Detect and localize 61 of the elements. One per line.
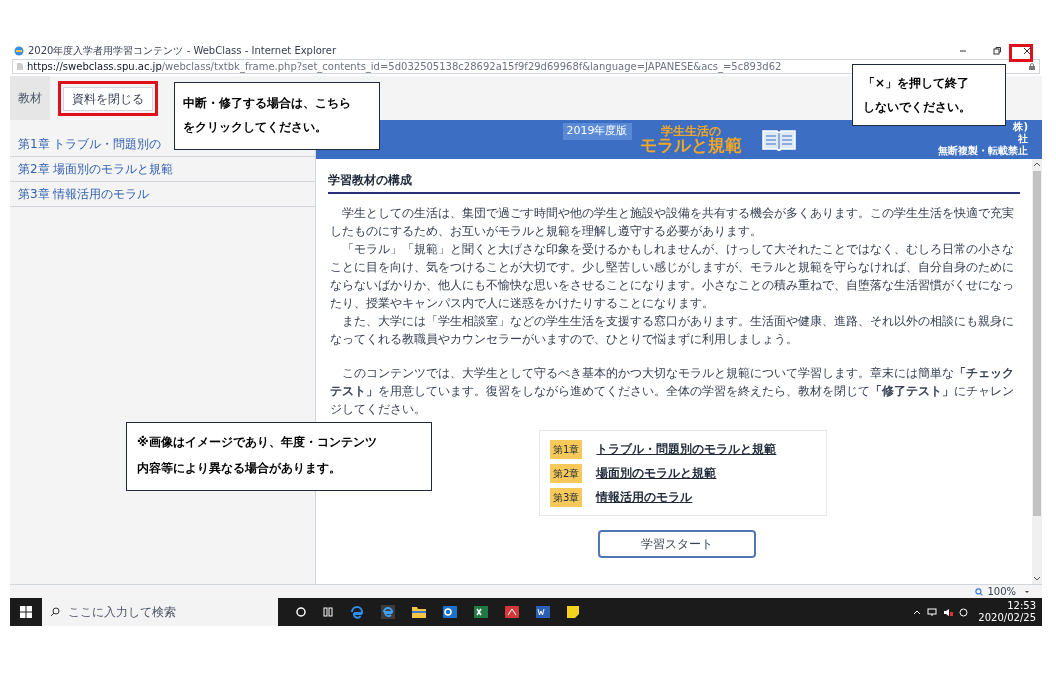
- mail-app-icon[interactable]: [443, 606, 457, 618]
- open-book-icon: [761, 128, 796, 151]
- note-tooltip: 「×」を押して終了 しないでください。: [852, 64, 1006, 126]
- body-paragraph: このコンテンツでは、大学生として守るべき基本的かつ大切なモラルと規範について学習します。章末には簡単な「チェックテスト」を用意しています。復習をしながら進めてください。全体の学習を終えたら、教材を閉じて「修了テスト」にチャレンジしてください。: [330, 365, 1015, 418]
- search-placeholder: ここに入力して検索: [68, 604, 176, 621]
- start-learning-button[interactable]: 学習スタート: [598, 530, 756, 558]
- scroll-down-icon[interactable]: [1033, 576, 1041, 582]
- chevron-up-icon[interactable]: [913, 609, 922, 615]
- note-tooltip: 中断・修了する場合は、こちら をクリックしてください。: [174, 82, 380, 150]
- body-paragraph: 学生としての生活は、集団で過ごす時間や他の学生と施設や設備を共有する機会が多くあります。この学生生活を快適で充実したものにするため、お互いがモラルと規範を理解し遵守する必要があります。: [330, 205, 1015, 240]
- chapter-badge: 第1章: [550, 439, 583, 459]
- url-text: https://swebclass.spu.ac.jp/webclass/txtbk_frame.php?set_contents_id=5d032505138c28692a15f9f29d69968f&language=JAPANESE&acs_=5c893d62: [27, 61, 783, 72]
- body-paragraph: 「モラル」「規範」と聞くと大げさな印象を受けるかもしれませんが、けっして大それたことではなく、むしろ日常の小さなことに目を向け、気をつけることが大切です。少し堅苦しい感じがしますが、モラルと規範を守らなければ、自分自身のためにならないばかりか、他人にも不愉快な思いをさせることになります。小さなことの積み重ねで、自堕落な生活習慣がくせになったり、授業やキャンパス内で人に迷惑をかけたりすることになります。: [330, 241, 1015, 312]
- folder-icon[interactable]: [412, 606, 426, 618]
- highlight-frame: [1009, 44, 1033, 62]
- sidebar-item[interactable]: 第1章 トラブル・問題別の: [10, 135, 170, 153]
- close-materials-button[interactable]: 資料を閉じる: [63, 86, 153, 111]
- sidebar-item[interactable]: 第2章 場面別のモラルと規範: [10, 160, 182, 178]
- taskbar-search-field[interactable]: ここに入力して検索: [42, 598, 278, 626]
- chapter-link[interactable]: 情報活用のモラル: [596, 488, 693, 506]
- app-icon[interactable]: [505, 606, 519, 618]
- lock-icon: [1029, 63, 1035, 70]
- page-icon: [17, 63, 23, 70]
- copyright-text: 社: [1018, 133, 1028, 145]
- copyright-text: 株): [1013, 121, 1028, 133]
- network-icon[interactable]: [927, 607, 938, 617]
- scroll-up-icon[interactable]: [1033, 161, 1041, 167]
- task-view-icon[interactable]: [323, 607, 333, 617]
- chapter-badge: 第2章: [550, 463, 583, 483]
- chapter-link[interactable]: 場面別のモラルと規範: [596, 464, 717, 482]
- copyright-text: 無断複製・転載禁止: [938, 145, 1028, 157]
- windows-start-icon[interactable]: [20, 606, 32, 618]
- section-heading: 学習教材の構成: [328, 171, 1020, 194]
- banner-title: モラルと規範: [639, 137, 742, 154]
- chapter-link[interactable]: トラブル・問題別のモラルと規範: [596, 440, 777, 458]
- chapter-badge: 第3章: [550, 487, 583, 507]
- internet-explorer-icon[interactable]: [381, 605, 395, 619]
- note-tooltip: ※画像はイメージであり、年度・コンテンツ 内容等により異なる場合があります。: [126, 422, 432, 491]
- address-bar[interactable]: https://swebclass.spu.ac.jp/webclass/txtbk_frame.php?set_contents_id=5d032505138c28692a15f9f29d69968f&language=JAPANESE&acs_=5c893d62: [12, 59, 1040, 74]
- banner-title: 学生生活の: [660, 125, 721, 137]
- notification-icon[interactable]: [959, 607, 969, 617]
- zoom-level[interactable]: 100%: [987, 586, 1016, 597]
- search-icon: [50, 607, 60, 617]
- document-app-icon[interactable]: [536, 606, 550, 618]
- edition-label: 2019年度版: [562, 123, 632, 140]
- sticky-note-icon[interactable]: [567, 606, 579, 618]
- window-title: 2020年度入学者用学習コンテンツ - WebClass - Internet Explorer: [28, 46, 336, 56]
- close-icon[interactable]: [1022, 46, 1032, 56]
- clock-time[interactable]: 12:53: [1007, 600, 1036, 612]
- zoom-icon: [975, 587, 984, 596]
- spreadsheet-app-icon[interactable]: [474, 606, 488, 618]
- sidebar-item[interactable]: 第3章 情報活用のモラル: [10, 185, 158, 203]
- circle-icon[interactable]: [296, 607, 306, 617]
- speaker-icon[interactable]: [943, 607, 954, 617]
- caret-icon[interactable]: [1024, 588, 1030, 595]
- materials-tab[interactable]: 教材: [10, 76, 50, 120]
- body-paragraph: また、大学には「学生相談室」などの学生生活を支援する窓口があります。生活面や健康、進路、それ以外の相談にも親身になってくれる教職員やカウンセラーがいますので、ひとりで悩まずに利用しましょう。: [330, 313, 1015, 348]
- edge-browser-icon[interactable]: [350, 605, 364, 619]
- restore-icon[interactable]: [992, 46, 1002, 56]
- browser-icon: [14, 46, 24, 56]
- clock-date[interactable]: 2020/02/25: [978, 612, 1036, 624]
